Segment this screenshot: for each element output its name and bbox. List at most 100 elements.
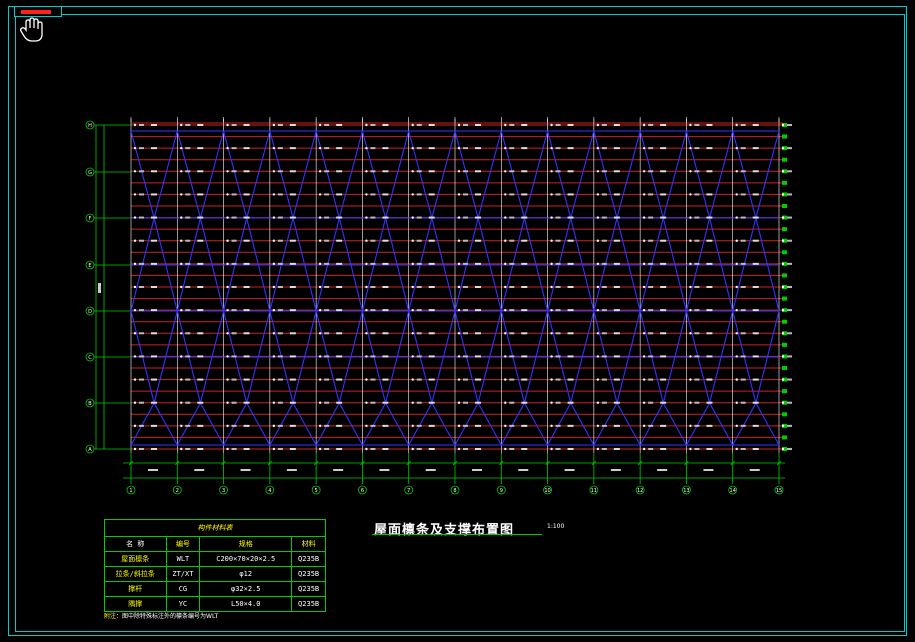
node-mark (411, 170, 414, 173)
member-tag (382, 448, 389, 450)
node-mark (735, 378, 738, 381)
member-tag (509, 262, 515, 265)
member-tag (706, 355, 713, 358)
node-mark (642, 170, 646, 173)
node-mark (504, 378, 507, 381)
member-tag (613, 193, 620, 196)
edge-marker (782, 296, 787, 301)
member-tag (185, 309, 191, 312)
member-tag (567, 355, 574, 358)
node-mark (133, 216, 137, 219)
member-tag (787, 332, 792, 335)
node-mark (596, 239, 600, 242)
member-tag (660, 332, 667, 335)
brace-line (361, 401, 410, 446)
node-mark (365, 216, 368, 219)
member-tag (521, 262, 528, 265)
member-tag (231, 332, 237, 335)
node-mark (642, 216, 646, 219)
member-tag (463, 147, 468, 150)
member-tag (740, 309, 746, 312)
edge-marker (782, 389, 787, 394)
member-tag (243, 286, 250, 288)
member-tag (416, 216, 422, 219)
node-mark (180, 447, 183, 451)
node-mark (226, 447, 229, 451)
member-tag (509, 448, 515, 450)
node-mark (550, 216, 553, 219)
node-mark (504, 262, 507, 266)
member-tag (185, 286, 191, 288)
member-tag (613, 239, 620, 242)
member-tag (475, 262, 481, 265)
member-tag (416, 262, 422, 265)
node-mark (596, 123, 600, 127)
node-mark (318, 401, 322, 404)
member-tag (613, 332, 620, 335)
member-tag (555, 378, 561, 381)
edge-marker (782, 319, 787, 324)
node-mark (781, 308, 785, 312)
axis-label: 12 (637, 488, 643, 494)
member-tag (740, 262, 746, 265)
dimension-text (333, 469, 344, 471)
node-mark (550, 378, 553, 381)
dimension-text (425, 469, 436, 471)
node-mark (411, 123, 414, 127)
node-mark (596, 146, 600, 150)
cad-viewport[interactable]: 1 2 3 4 5 6 7 8 9 10 11 12 13 14 15 A B C D E F G H 屋面檩条及支撑布置图… (0, 0, 915, 642)
member-tag (475, 124, 481, 126)
node-mark (318, 308, 322, 312)
member-tag (752, 124, 759, 126)
node-mark (272, 193, 276, 196)
member-tag (151, 332, 157, 335)
member-tag (521, 378, 528, 381)
member-tag (416, 124, 422, 126)
member-tag (706, 424, 713, 427)
member-tag (509, 309, 515, 312)
member-tag (706, 332, 713, 335)
member-tag (787, 216, 792, 219)
member-tag (336, 401, 343, 404)
table-header-cell: 编号 (165, 536, 201, 552)
member-tag (660, 309, 667, 312)
member-tag (324, 170, 330, 173)
node-mark (642, 447, 646, 451)
member-tag (521, 448, 528, 450)
member-tag (243, 216, 250, 219)
member-tag (289, 448, 296, 450)
node-mark (133, 123, 137, 127)
member-tag (151, 170, 157, 173)
member-tag (601, 193, 607, 196)
member-tag (277, 401, 283, 404)
member-tag (463, 286, 468, 288)
node-mark (735, 123, 738, 127)
member-tag (243, 448, 250, 450)
node-mark (781, 216, 785, 219)
brace-line (547, 401, 595, 446)
table-cell: φ32×2.5 (199, 581, 293, 597)
member-tag (567, 286, 574, 288)
member-tag (416, 239, 422, 242)
node-mark (180, 193, 183, 196)
node-mark (133, 146, 137, 150)
member-tag (740, 401, 746, 404)
node-mark (457, 146, 461, 150)
node-mark (735, 424, 738, 428)
member-tag (740, 124, 746, 126)
member-tag (463, 262, 468, 265)
node-mark (365, 355, 368, 358)
member-tag (567, 378, 574, 381)
member-tag (151, 355, 157, 358)
member-tag (289, 262, 296, 265)
member-tag (428, 332, 435, 335)
member-tag (277, 424, 283, 427)
node-mark (504, 401, 507, 404)
member-tag (660, 448, 667, 450)
member-tag (706, 401, 713, 404)
member-tag (694, 309, 700, 312)
node-mark (504, 170, 507, 173)
member-tag (428, 170, 435, 173)
member-tag (660, 355, 667, 358)
member-tag (601, 239, 607, 242)
